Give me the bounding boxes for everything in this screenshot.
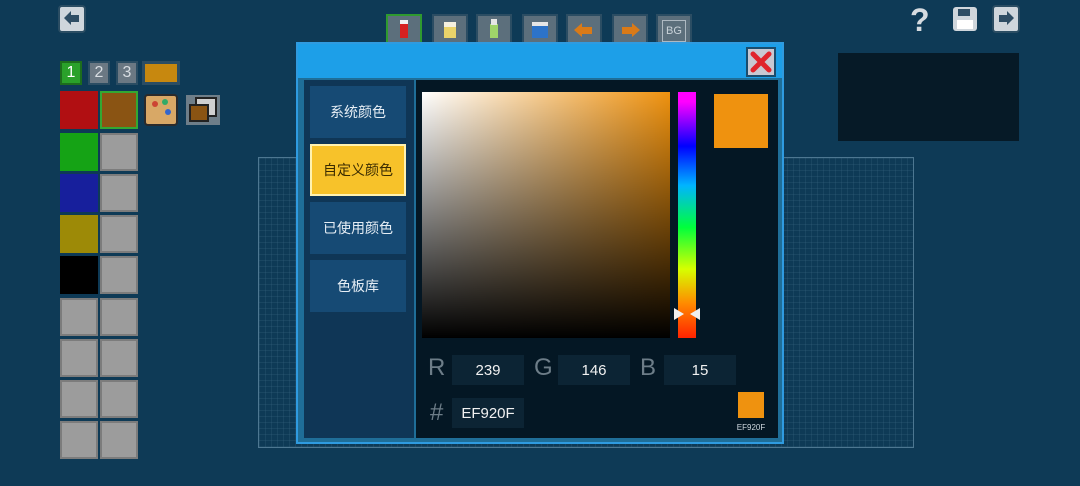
palette-swatch-empty[interactable]	[60, 298, 98, 336]
menu-custom-color[interactable]: 自定义颜色	[310, 144, 406, 196]
palette-swatch-empty[interactable]	[100, 256, 138, 294]
redo-tool-icon	[622, 23, 640, 37]
palette-swatch-green[interactable]	[60, 133, 98, 171]
menu-system-colors[interactable]: 系统颜色	[310, 86, 406, 138]
palette-swatch-empty[interactable]	[100, 339, 138, 377]
hex-value-field[interactable]: EF920F	[452, 398, 524, 428]
palette-swatch-empty[interactable]	[100, 421, 138, 459]
eraser-tool-icon	[444, 22, 456, 38]
bg-tool-icon: BG	[662, 20, 686, 42]
blue-label: B	[640, 354, 657, 381]
saturation-value-picker[interactable]	[422, 92, 670, 338]
layer-3-button[interactable]: 3	[116, 61, 138, 85]
color-source-menu: 系统颜色 自定义颜色 已使用颜色 色板库	[304, 80, 414, 438]
blue-value-field[interactable]: 15	[664, 355, 736, 385]
layer-1-button[interactable]: 1	[60, 61, 82, 85]
green-label: G	[534, 354, 553, 381]
layer-color-indicator[interactable]	[142, 61, 180, 85]
close-button[interactable]	[746, 47, 776, 77]
palette-swatch-black[interactable]	[60, 256, 98, 294]
fill-tool-icon	[532, 22, 548, 38]
red-value-field[interactable]: 239	[452, 355, 524, 385]
close-x-icon	[750, 51, 772, 73]
current-color-swatch	[714, 94, 768, 148]
hue-slider-handle-icon[interactable]	[672, 306, 702, 322]
bucket-tool-icon	[490, 19, 498, 38]
dialog-titlebar	[298, 44, 782, 78]
palette-swatch-empty[interactable]	[60, 380, 98, 418]
eyedropper-palette-icon[interactable]	[143, 92, 181, 128]
red-label: R	[428, 354, 446, 381]
menu-palette-library[interactable]: 色板库	[310, 260, 406, 312]
palette-swatch-empty[interactable]	[60, 339, 98, 377]
pencil-tool-icon	[400, 20, 408, 38]
hex-hash-label: #	[430, 399, 444, 426]
selected-color-preview	[738, 392, 764, 418]
palette-swatch-empty[interactable]	[100, 215, 138, 253]
palette-swatch-olive[interactable]	[60, 215, 98, 253]
hue-slider[interactable]	[678, 92, 696, 338]
palette-swatch-brown[interactable]	[100, 91, 138, 129]
save-disk-icon[interactable]	[952, 6, 980, 34]
undo-tool-icon	[574, 23, 592, 37]
layer-2-button[interactable]: 2	[88, 61, 110, 85]
green-value-field[interactable]: 146	[558, 355, 630, 385]
preview-panel	[838, 53, 1019, 141]
color-picker-dialog: 系统颜色 自定义颜色 已使用颜色 色板库 R 239 G 146 B 15 # …	[296, 42, 784, 444]
menu-used-colors[interactable]: 已使用颜色	[310, 202, 406, 254]
palette-swatch-empty[interactable]	[100, 298, 138, 336]
palette-swatch-empty[interactable]	[100, 133, 138, 171]
palette-swatch-blue[interactable]	[60, 174, 98, 212]
redo-arrow-icon[interactable]	[992, 5, 1020, 33]
palette-swatch-empty[interactable]	[100, 380, 138, 418]
palette-swatch-red[interactable]	[60, 91, 98, 129]
palette-swatch-empty[interactable]	[60, 421, 98, 459]
selected-color-hex-label: EF920F	[736, 423, 766, 432]
swap-colors-icon[interactable]	[184, 92, 222, 128]
palette-swatch-empty[interactable]	[100, 174, 138, 212]
undo-arrow-icon[interactable]	[58, 5, 86, 33]
help-icon[interactable]: ?	[910, 2, 934, 38]
